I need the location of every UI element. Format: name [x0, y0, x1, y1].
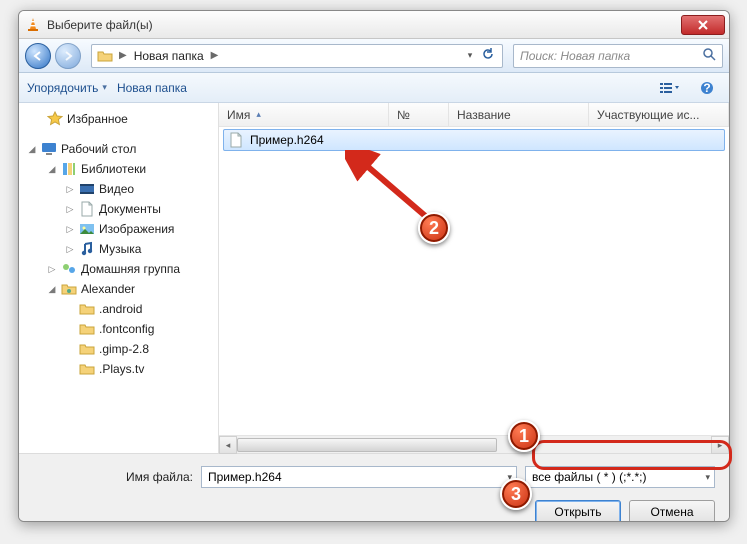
scroll-thumb[interactable] [237, 438, 497, 452]
horizontal-scrollbar[interactable]: ◂ ▸ [219, 435, 729, 453]
annotation-badge-3: 3 [500, 478, 532, 510]
expander-icon[interactable]: ◢ [47, 164, 57, 175]
homegroup-icon [61, 261, 77, 277]
sidebar-item-folder[interactable]: .android [19, 299, 218, 319]
libraries-icon [61, 161, 77, 177]
nav-bar: ▶ Новая папка ▶ ▾ Поиск: Новая папка [19, 39, 729, 73]
document-icon [79, 201, 95, 217]
chevron-right-icon[interactable]: ▶ [119, 50, 127, 61]
folder-icon [79, 341, 95, 357]
new-folder-button[interactable]: Новая папка [117, 81, 187, 95]
user-folder-icon [61, 281, 77, 297]
expander-icon[interactable]: ▷ [65, 224, 75, 235]
sidebar-item-videos[interactable]: ▷ Видео [19, 179, 218, 199]
column-contributing[interactable]: Участвующие ис... [589, 103, 729, 126]
search-icon [702, 47, 716, 64]
dialog-footer: Имя файла: Пример.h264 ▾ все файлы ( * )… [19, 453, 729, 522]
open-button[interactable]: Открыть [535, 500, 621, 522]
column-name[interactable]: Имя [219, 103, 389, 126]
column-title[interactable]: Название [449, 103, 589, 126]
toolbar: Упорядочить▾ Новая папка ? [19, 73, 729, 103]
scroll-right-button[interactable]: ▸ [711, 436, 729, 454]
scroll-left-button[interactable]: ◂ [219, 436, 237, 454]
vlc-icon [25, 17, 41, 33]
organize-menu[interactable]: Упорядочить▾ [27, 81, 107, 95]
file-type-combo[interactable]: все файлы ( * ) (;*.*;) ▾ [525, 466, 715, 488]
folder-icon [79, 321, 95, 337]
sidebar-item-folder[interactable]: .Plays.tv [19, 359, 218, 379]
nav-forward-button[interactable] [55, 43, 81, 69]
file-name: Пример.h264 [250, 133, 324, 147]
sidebar-item-folder[interactable]: .fontconfig [19, 319, 218, 339]
folder-icon [96, 48, 114, 64]
filename-label: Имя файла: [33, 470, 193, 484]
file-icon [228, 132, 244, 148]
folder-icon [79, 361, 95, 377]
sidebar-tree[interactable]: Избранное ◢ Рабочий стол ◢ Библиотеки ▷ … [19, 103, 219, 453]
window-title: Выберите файл(ы) [47, 18, 681, 32]
chevron-right-icon[interactable]: ▶ [211, 50, 219, 61]
file-pane: Имя № Название Участвующие ис... Пример.… [219, 103, 729, 453]
refresh-button[interactable] [478, 47, 498, 64]
sidebar-item-homegroup[interactable]: ▷ Домашняя группа [19, 259, 218, 279]
expander-icon[interactable]: ▷ [65, 204, 75, 215]
sidebar-item-favorites[interactable]: Избранное [19, 109, 218, 129]
titlebar: Выберите файл(ы) [19, 11, 729, 39]
pictures-icon [79, 221, 95, 237]
file-row-selected[interactable]: Пример.h264 [223, 129, 725, 151]
breadcrumb-dropdown[interactable]: ▾ [462, 50, 478, 61]
annotation-badge-2: 2 [418, 212, 450, 244]
video-icon [79, 181, 95, 197]
sidebar-item-pictures[interactable]: ▷ Изображения [19, 219, 218, 239]
sidebar-item-desktop[interactable]: ◢ Рабочий стол [19, 139, 218, 159]
breadcrumb-bar[interactable]: ▶ Новая папка ▶ ▾ [91, 44, 503, 68]
sidebar-item-music[interactable]: ▷ Музыка [19, 239, 218, 259]
column-headers: Имя № Название Участвующие ис... [219, 103, 729, 127]
search-placeholder: Поиск: Новая папка [520, 49, 630, 63]
file-list[interactable]: Пример.h264 [219, 127, 729, 435]
star-icon [47, 111, 63, 127]
column-number[interactable]: № [389, 103, 449, 126]
sidebar-item-folder[interactable]: .gimp-2.8 [19, 339, 218, 359]
expander-icon[interactable]: ◢ [27, 144, 37, 155]
nav-back-button[interactable] [25, 43, 51, 69]
close-button[interactable] [681, 15, 725, 35]
dropdown-icon[interactable]: ▾ [705, 472, 710, 483]
search-input[interactable]: Поиск: Новая папка [513, 44, 723, 68]
annotation-badge-1: 1 [508, 420, 540, 452]
cancel-button[interactable]: Отмена [629, 500, 715, 522]
view-options-button[interactable] [655, 78, 683, 98]
folder-icon [79, 301, 95, 317]
breadcrumb-item[interactable]: Новая папка [132, 49, 206, 63]
expander-icon[interactable]: ▷ [65, 244, 75, 255]
svg-text:?: ? [703, 81, 710, 95]
expander-icon[interactable]: ◢ [47, 284, 57, 295]
sidebar-item-documents[interactable]: ▷ Документы [19, 199, 218, 219]
file-dialog-window: Выберите файл(ы) ▶ Новая папка ▶ ▾ Поиск… [18, 10, 730, 522]
expander-icon[interactable]: ▷ [47, 264, 57, 275]
music-icon [79, 241, 95, 257]
expander-icon[interactable]: ▷ [65, 184, 75, 195]
sidebar-item-libraries[interactable]: ◢ Библиотеки [19, 159, 218, 179]
sidebar-item-user[interactable]: ◢ Alexander [19, 279, 218, 299]
filename-input[interactable]: Пример.h264 ▾ [201, 466, 517, 488]
desktop-icon [41, 141, 57, 157]
help-button[interactable]: ? [693, 78, 721, 98]
